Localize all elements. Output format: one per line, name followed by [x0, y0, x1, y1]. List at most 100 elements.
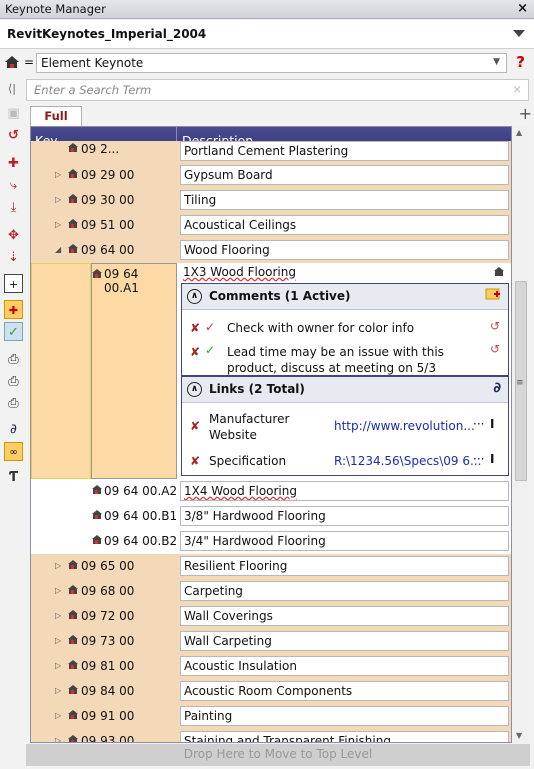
close-icon[interactable]: ×	[517, 1, 528, 16]
table-row[interactable]: ▷ 09 81 00 Acoustic Insulation	[31, 654, 511, 679]
expand-arrow-icon[interactable]: ▷	[55, 561, 61, 570]
format-icon[interactable]: Ƭ	[4, 468, 23, 487]
grip-icon[interactable]: ≡	[516, 378, 524, 388]
add-sibling-icon[interactable]: ✚	[4, 154, 23, 173]
table-row[interactable]: ▷ 09 91 00 Painting	[31, 704, 511, 729]
insert-icon[interactable]: +	[4, 274, 23, 293]
print-a-icon[interactable]: ⎙	[4, 372, 23, 391]
row-description[interactable]: 1X4 Wood Flooring	[180, 481, 509, 501]
link-url[interactable]: http://www.revolution...	[334, 419, 475, 433]
print-s-icon[interactable]: ⎙	[4, 394, 23, 413]
scroll-up-icon[interactable]: ▲	[516, 128, 522, 137]
table-row[interactable]: ▷ 09 51 00 Acoustical Ceilings	[31, 213, 511, 238]
help-icon[interactable]: ?	[516, 53, 525, 71]
row-description[interactable]: Staining and Transparent Finishing	[180, 731, 509, 742]
tag-icon[interactable]: ∞	[4, 442, 23, 461]
history-icon[interactable]: ↺	[490, 319, 500, 333]
row-description[interactable]: Gypsum Board	[180, 165, 509, 185]
table-row[interactable]: ▷ 09 29 00 Gypsum Board	[31, 163, 511, 188]
table-row[interactable]: ▷ 09 65 00 Resilient Flooring	[31, 554, 511, 579]
selected-description[interactable]: 1X3 Wood Flooring	[180, 264, 507, 282]
move-icon[interactable]: ✥	[4, 226, 23, 245]
print-v-icon[interactable]: ⎙	[4, 350, 23, 369]
table-row[interactable]: 09 64 00.A2 1X4 Wood Flooring	[31, 479, 511, 504]
expand-arrow-icon[interactable]: ▷	[55, 661, 61, 670]
check-icon[interactable]: ✓	[205, 343, 215, 357]
row-description[interactable]: Acoustic Insulation	[180, 656, 509, 676]
history-icon[interactable]: ↺	[490, 342, 500, 356]
check-icon[interactable]: ✓	[205, 320, 215, 334]
row-description[interactable]: Acoustic Room Components	[180, 681, 509, 701]
table-row[interactable]: ▷ 09 72 00 Wall Coverings	[31, 604, 511, 629]
table-row[interactable]: ▷ 09 73 00 Wall Carpeting	[31, 629, 511, 654]
scroll-down-icon[interactable]: ▼	[516, 731, 522, 740]
table-row[interactable]: ◢ 09 64 00 Wood Flooring	[31, 238, 511, 263]
database-selector[interactable]: RevitKeynotes_Imperial_2004	[0, 20, 534, 49]
add-tab-icon[interactable]: +	[519, 104, 532, 123]
links-header[interactable]: ∧ Links (2 Total) ∂	[182, 377, 508, 403]
table-row[interactable]: ▷ 09 84 00 Acoustic Room Components	[31, 679, 511, 704]
more-options[interactable]: ···	[473, 452, 484, 466]
expand-arrow-icon[interactable]: ▷	[55, 611, 61, 620]
collapse-icon[interactable]: ∧	[187, 382, 202, 397]
row-description[interactable]: Wall Carpeting	[180, 631, 509, 651]
collapse-arrow-icon[interactable]: ◢	[55, 245, 61, 254]
add-link-icon[interactable]: ∂	[493, 380, 501, 396]
row-description[interactable]: Acoustical Ceilings	[180, 215, 509, 235]
row-description[interactable]: 3/8" Hardwood Flooring	[180, 506, 509, 526]
row-description[interactable]: Wall Coverings	[180, 606, 509, 626]
delete-comment-icon[interactable]: ✘	[190, 321, 200, 335]
clear-search-icon[interactable]: ×	[512, 82, 522, 96]
collapse-panel-icon[interactable]: ⟨|	[8, 82, 16, 95]
collapse-icon[interactable]: ∧	[187, 289, 202, 304]
undo-icon[interactable]: ↺	[4, 126, 23, 145]
expand-arrow-icon[interactable]: ▷	[55, 586, 61, 595]
save-icon[interactable]: ▣	[4, 104, 23, 123]
edit-text-icon[interactable]: I	[490, 417, 494, 431]
table-row[interactable]: 09 64 00.B2 3/4" Hardwood Flooring	[31, 529, 511, 554]
expand-arrow-icon[interactable]: ▷	[55, 170, 61, 179]
table-row[interactable]: ▷ 09 93 00 Staining and Transparent Fini…	[31, 729, 511, 742]
comments-header[interactable]: ∧ Comments (1 Active)	[182, 284, 508, 310]
selected-row-key-cell[interactable]: 09 64 00.A1	[91, 263, 177, 479]
link-icon[interactable]: ∂	[4, 420, 23, 439]
expand-arrow-icon[interactable]: ▷	[55, 636, 61, 645]
keynote-home-icon[interactable]	[493, 266, 505, 280]
expand-arrow-icon[interactable]: ▷	[55, 220, 61, 229]
tab-full-file[interactable]: Full File	[30, 106, 82, 142]
more-options[interactable]: ···	[473, 417, 484, 431]
row-description[interactable]: 3/4" Hardwood Flooring	[180, 531, 509, 551]
resolve-comment-icon[interactable]: ✓	[4, 322, 23, 341]
table-row[interactable]: ▷ 09 30 00 Tiling	[31, 188, 511, 213]
add-comment-icon[interactable]	[485, 287, 501, 306]
drop-zone[interactable]: Drop Here to Move to Top Level	[26, 744, 530, 766]
add-below-icon[interactable]: ⤓	[4, 198, 23, 217]
move-down-icon[interactable]: ⇣	[4, 248, 23, 267]
row-description[interactable]: Tiling	[180, 190, 509, 210]
delete-comment-icon[interactable]: ✘	[190, 345, 200, 359]
row-description[interactable]: Resilient Flooring	[180, 556, 509, 576]
chevron-down-icon[interactable]: ▼	[493, 57, 500, 67]
row-description[interactable]: Painting	[180, 706, 509, 726]
chevron-down-icon[interactable]	[513, 30, 525, 37]
row-description[interactable]: Wood Flooring	[180, 240, 509, 260]
table-row[interactable]: ▷ 09 68 00 Carpeting	[31, 579, 511, 604]
keynote-type-select[interactable]: Element Keynote ▼	[36, 53, 507, 73]
expand-arrow-icon[interactable]: ▷	[55, 686, 61, 695]
row-description[interactable]: Portland Cement Plastering	[180, 141, 509, 161]
expand-arrow-icon[interactable]: ▷	[55, 736, 61, 742]
row-description[interactable]: Carpeting	[180, 581, 509, 601]
expand-arrow-icon[interactable]: ▷	[55, 195, 61, 204]
link-url[interactable]: R:\1234.56\Specs\09 6...	[334, 454, 481, 468]
vertical-scrollbar[interactable]: ▲ ≡ ▼	[512, 126, 530, 743]
expand-arrow-icon[interactable]: ▷	[55, 711, 61, 720]
edit-text-icon[interactable]: I	[490, 452, 494, 466]
add-comment-icon[interactable]: ✚	[4, 300, 23, 319]
table-row[interactable]: 09 2... Portland Cement Plastering	[31, 141, 511, 163]
search-input[interactable]: Enter a Search Term ×	[26, 79, 529, 101]
delete-link-icon[interactable]: ✘	[190, 454, 200, 468]
delete-link-icon[interactable]: ✘	[190, 419, 200, 433]
add-child-icon[interactable]: ⤷	[4, 176, 23, 195]
window-title: Keynote Manager	[5, 2, 106, 16]
table-row[interactable]: 09 64 00.B1 3/8" Hardwood Flooring	[31, 504, 511, 529]
